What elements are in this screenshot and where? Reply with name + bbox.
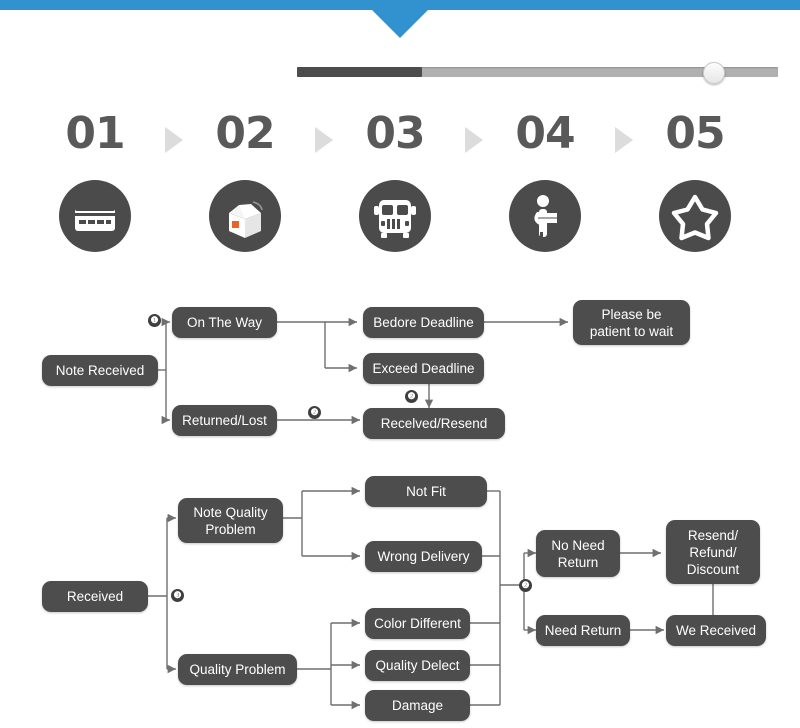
credit-card-icon [59, 180, 131, 252]
step-number: 01 [65, 108, 125, 159]
node-color-different[interactable]: Color Different [365, 608, 470, 639]
process-step-05: 05 [640, 105, 750, 252]
node-label-line2: Refund/ [689, 544, 737, 560]
slider-track-fill [297, 67, 422, 77]
badge-2-exceed: ❷ [405, 390, 418, 403]
node-wrong-delivery[interactable]: Wrong Delivery [365, 541, 482, 572]
slider-handle[interactable] [703, 62, 725, 84]
node-label: Note Received [55, 363, 145, 378]
node-bedore-deadline[interactable]: Bedore Deadline [363, 307, 484, 338]
node-label: Received [66, 589, 124, 604]
node-label-line1: Note Quality [193, 504, 268, 520]
node-on-the-way[interactable]: On The Way [172, 307, 277, 338]
process-step-02: 02 [190, 105, 300, 252]
step-separator-arrow-icon [165, 127, 183, 153]
flow-note-received: Note Received On The Way Returned/Lost B… [0, 290, 800, 450]
badge-3: ❸ [171, 589, 184, 602]
node-need-return[interactable]: Need Return [536, 615, 630, 646]
node-label-line2: Return [557, 554, 599, 570]
node-please-be-patient-to-wait[interactable]: Please be patient to wait [573, 300, 690, 345]
node-note-quality-problem[interactable]: Note Quality Problem [178, 498, 283, 543]
node-label: On The Way [186, 315, 263, 330]
step-number: 04 [515, 108, 575, 159]
node-label: Not Fit [406, 484, 446, 499]
node-we-received[interactable]: We Received [666, 615, 766, 646]
node-quality-problem[interactable]: Quality Problem [178, 654, 297, 685]
node-label: Recelved/Resend [380, 416, 488, 431]
truck-icon [359, 180, 431, 252]
progress-slider[interactable] [297, 62, 778, 84]
step-separator-arrow-icon [615, 127, 633, 153]
node-recelved-resend[interactable]: Recelved/Resend [363, 408, 505, 439]
node-label-line2: Problem [205, 521, 256, 537]
node-label: We Received [675, 623, 757, 638]
step-separator-arrow-icon [315, 127, 333, 153]
process-steps: 01 02 03 04 05 [40, 105, 760, 285]
node-received[interactable]: Received [42, 581, 148, 612]
header-accent-bar [0, 0, 800, 10]
step-number: 02 [215, 108, 275, 159]
badge-2-return: ❷ [519, 579, 532, 592]
node-quality-delect[interactable]: Quality Delect [365, 650, 470, 681]
node-note-received[interactable]: Note Received [42, 355, 158, 386]
node-label: Need Return [544, 623, 622, 638]
process-step-04: 04 [490, 105, 600, 252]
node-not-fit[interactable]: Not Fit [365, 476, 487, 507]
node-label: Exceed Deadline [372, 361, 475, 376]
delivery-person-icon [509, 180, 581, 252]
process-step-03: 03 [340, 105, 450, 252]
step-separator-arrow-icon [465, 127, 483, 153]
badge-1: ❶ [148, 314, 161, 327]
node-no-need-return[interactable]: No Need Return [536, 530, 620, 577]
node-label: Quality Problem [189, 662, 286, 677]
node-label: Returned/Lost [182, 413, 267, 428]
header-down-arrow-icon [372, 10, 428, 38]
node-resend-refund-discount[interactable]: Resend/ Refund/ Discount [666, 520, 760, 584]
node-label: Bedore Deadline [373, 315, 474, 330]
node-label-line1: Please be [601, 306, 662, 322]
node-returned-lost[interactable]: Returned/Lost [172, 405, 277, 436]
node-label: Color Different [374, 616, 461, 631]
node-label: Quality Delect [375, 658, 460, 673]
step-number: 05 [665, 108, 725, 159]
node-label-line1: No Need [551, 537, 605, 553]
badge-2-returned: ❷ [308, 406, 321, 419]
node-label: Damage [391, 698, 444, 713]
node-damage[interactable]: Damage [365, 690, 470, 721]
flow-received: Received Note Quality Problem Quality Pr… [0, 465, 800, 728]
open-box-icon [209, 180, 281, 252]
node-label: Wrong Delivery [377, 549, 470, 564]
step-number: 03 [365, 108, 425, 159]
node-label-line3: Discount [686, 561, 740, 577]
process-step-01: 01 [40, 105, 150, 252]
node-label-line1: Resend/ [687, 527, 739, 543]
node-exceed-deadline[interactable]: Exceed Deadline [363, 353, 484, 384]
node-label-line2: patient to wait [589, 323, 674, 339]
star-icon [659, 180, 731, 252]
